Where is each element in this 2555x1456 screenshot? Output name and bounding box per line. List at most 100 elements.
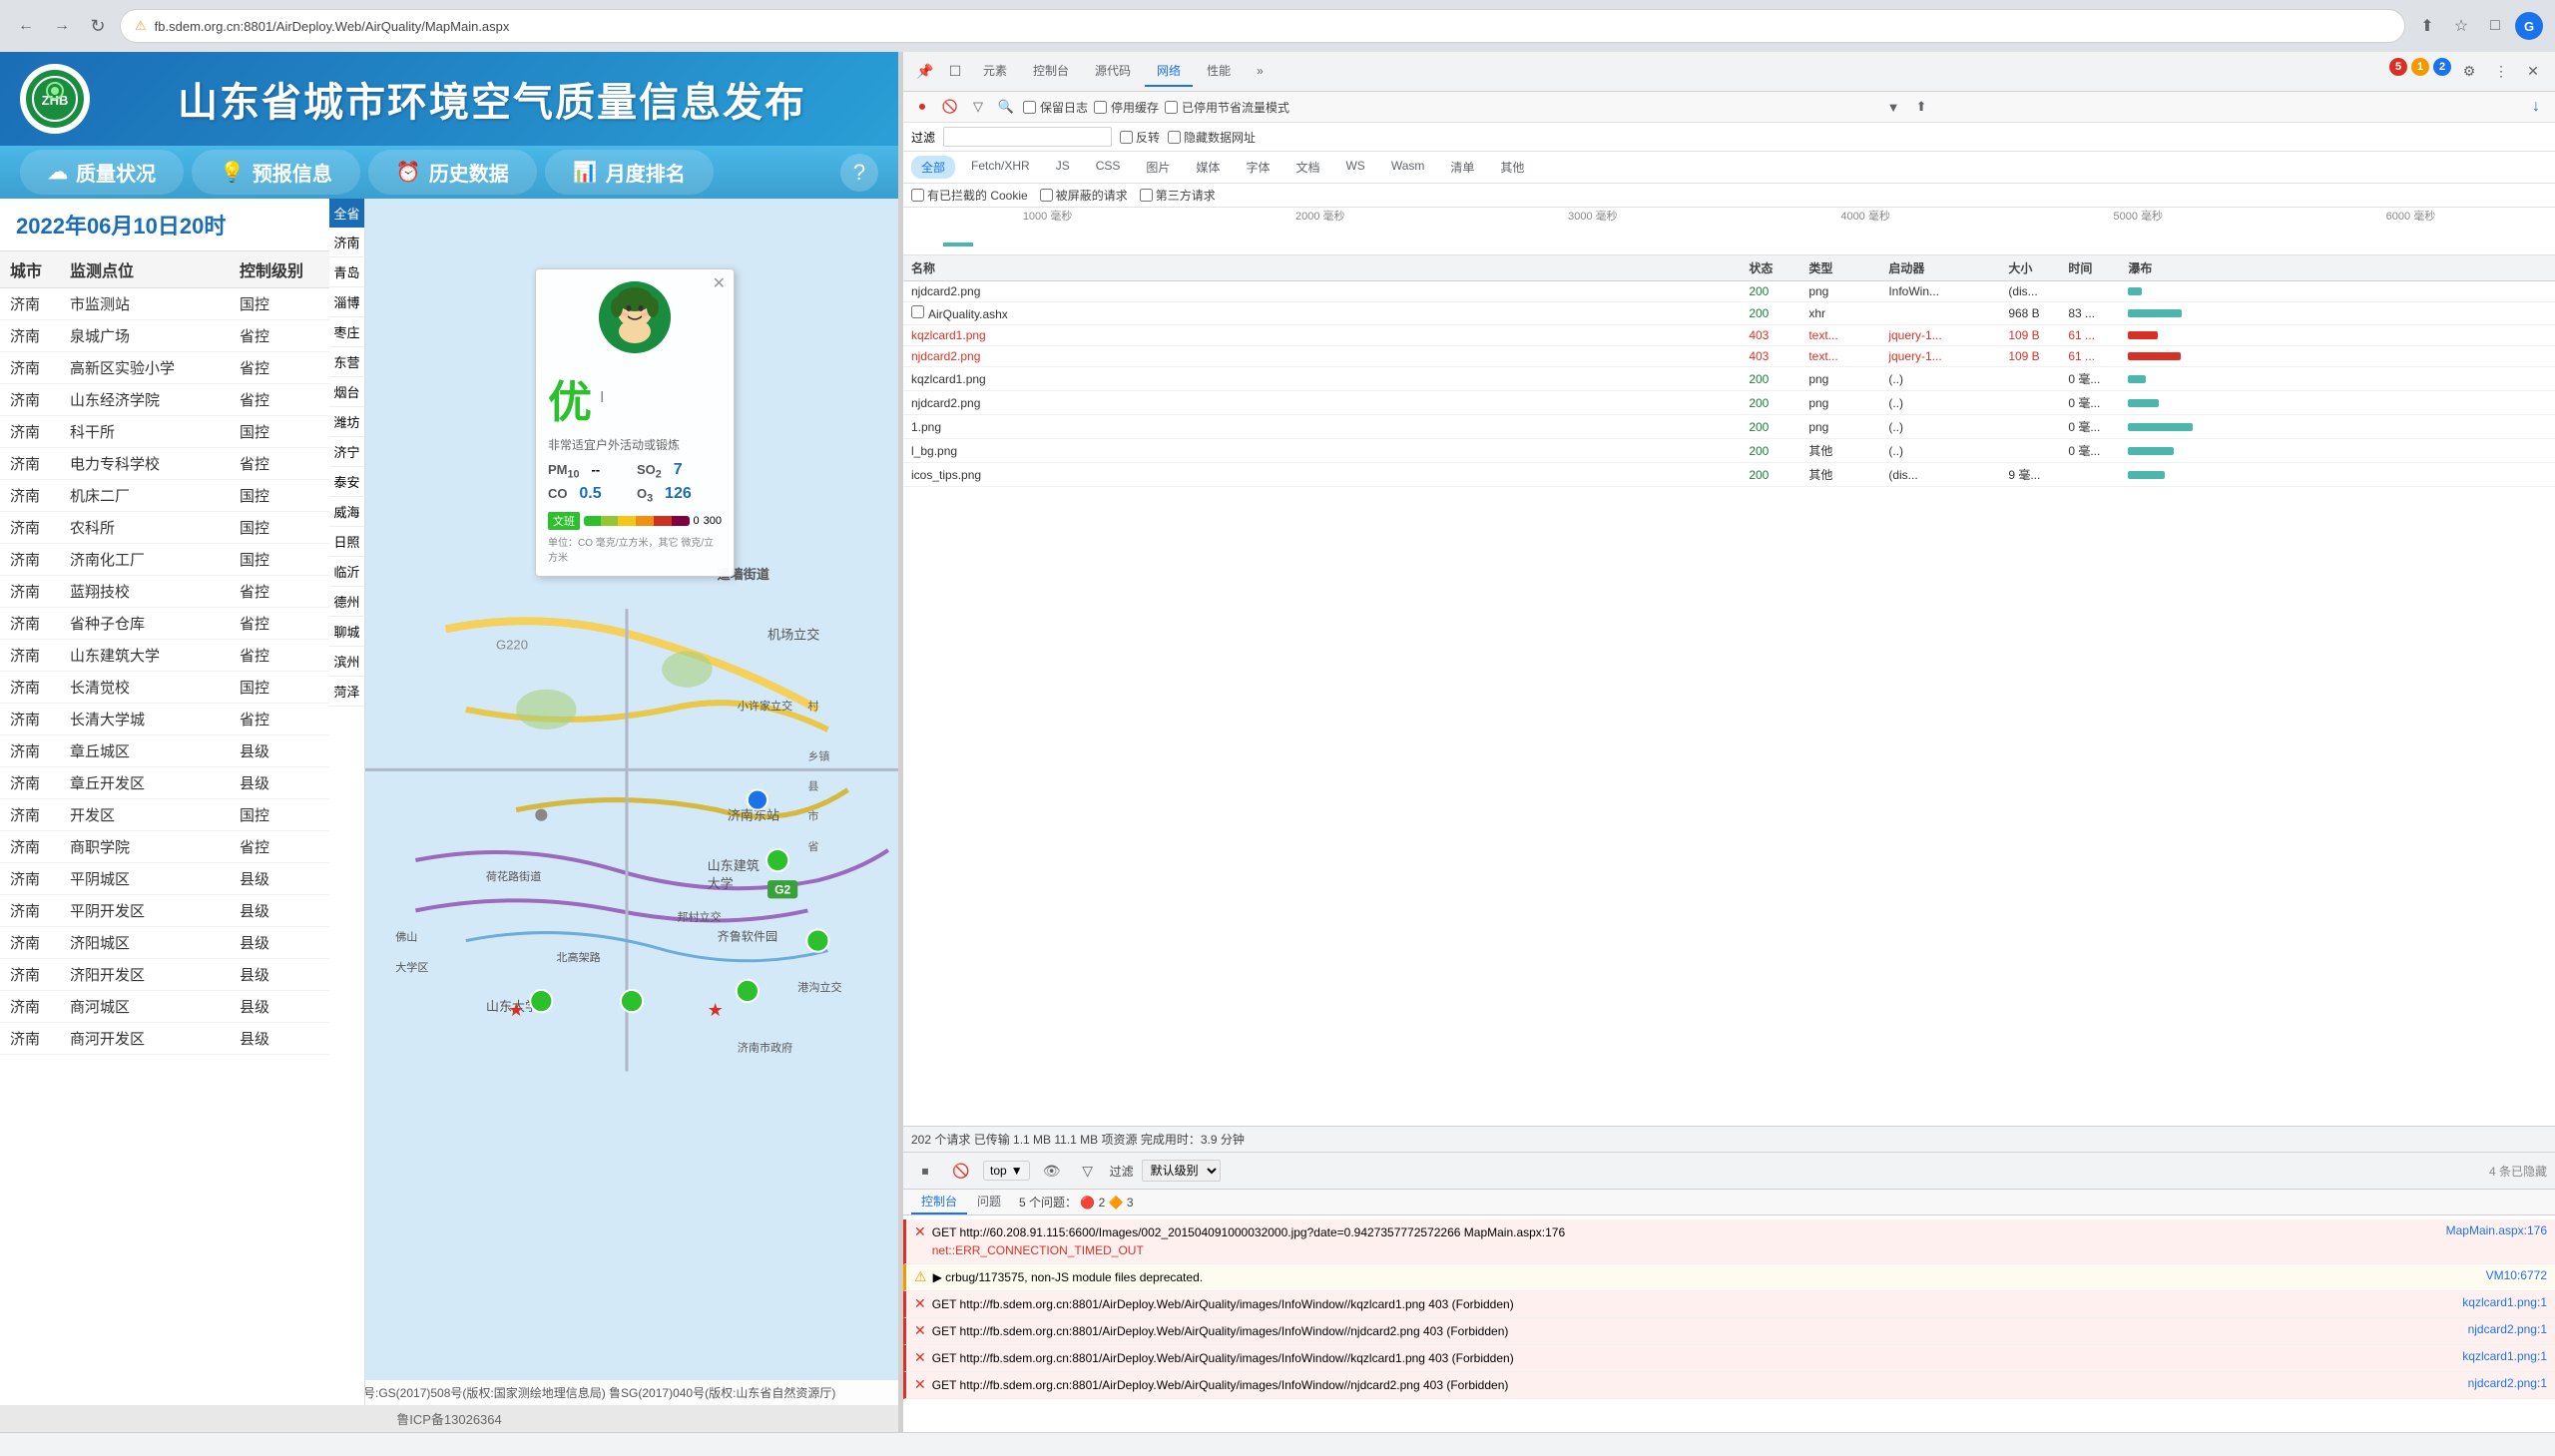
type-doc[interactable]: 文档 <box>1285 156 1329 179</box>
tab-sources[interactable]: 源代码 <box>1083 56 1143 87</box>
type-media[interactable]: 媒体 <box>1186 156 1230 179</box>
table-row[interactable]: 济南高新区实验小学省控 <box>0 352 329 384</box>
table-row[interactable]: 济南商职学院省控 <box>0 831 329 863</box>
preserve-log-checkbox[interactable]: 保留日志 <box>1023 99 1088 116</box>
console-stop-button[interactable]: ⏹ <box>911 1157 939 1185</box>
import-button[interactable]: ⬆ <box>1910 96 1932 118</box>
filter-liaocheng[interactable]: 聊城 <box>329 617 364 647</box>
offline-checkbox[interactable]: 已停用节省流量模式 <box>1165 99 1289 116</box>
table-row[interactable]: 济南科干所国控 <box>0 416 329 448</box>
filter-taian[interactable]: 泰安 <box>329 467 364 497</box>
share-button[interactable]: ⬆ <box>2413 12 2441 40</box>
address-bar[interactable]: ⚠ fb.sdem.org.cn:8801/AirDeploy.Web/AirQ… <box>120 9 2405 43</box>
filter-zibo[interactable]: 淄博 <box>329 287 364 317</box>
table-row[interactable]: 济南山东经济学院省控 <box>0 384 329 416</box>
bookmark-button[interactable]: ☆ <box>2447 12 2475 40</box>
filter-binzhou[interactable]: 滨州 <box>329 647 364 677</box>
map-container[interactable]: 遥墙街道 机场立交 村 乡镇 县 市 省 荷花路街道 济南东站 G220 佛山 … <box>365 199 898 1381</box>
network-row[interactable]: kqzlcard1.png200png(..)0 毫... <box>903 367 2555 391</box>
type-font[interactable]: 字体 <box>1236 156 1279 179</box>
network-row[interactable]: njdcard2.png200pngInfoWin...(dis... <box>903 281 2555 302</box>
map-area[interactable]: 全省 济南 青岛 淄博 枣庄 东营 烟台 潍坊 济宁 泰安 威海 日照 临沂 德… <box>329 199 898 1405</box>
tab-console[interactable]: 控制台 <box>1021 56 1081 87</box>
type-xhr[interactable]: Fetch/XHR <box>961 156 1040 179</box>
back-button[interactable]: ← <box>12 12 40 40</box>
filter-dongying[interactable]: 东营 <box>329 347 364 377</box>
console-tab-issues[interactable]: 问题 <box>967 1190 1011 1214</box>
tab-elements[interactable]: 元素 <box>971 56 1019 87</box>
table-row[interactable]: 济南商河开发区县级 <box>0 1023 329 1055</box>
console-filter-button[interactable]: ▽ <box>1074 1157 1102 1185</box>
export-button[interactable]: ↓ <box>2525 96 2547 118</box>
devtools-pin-button[interactable]: 📌 <box>911 58 939 86</box>
network-row[interactable]: icos_tips.png200其他(dis...9 毫... <box>903 463 2555 487</box>
tab-more[interactable]: » <box>1245 58 1276 86</box>
table-row[interactable]: 济南泉城广场省控 <box>0 320 329 352</box>
type-js[interactable]: JS <box>1046 156 1080 179</box>
filter-zaozhuang[interactable]: 枣庄 <box>329 317 364 347</box>
popup-close-button[interactable]: ✕ <box>713 273 726 293</box>
eye-button[interactable]: 👁 <box>1038 1157 1066 1185</box>
network-row[interactable]: AirQuality.ashx200xhr968 B83 ... <box>903 302 2555 325</box>
nav-history[interactable]: ⏰ 历史数据 <box>368 150 537 195</box>
type-wasm[interactable]: Wasm <box>1381 156 1435 179</box>
table-row[interactable]: 济南平阴开发区县级 <box>0 895 329 927</box>
network-row[interactable]: kqzlcard1.png403text...jquery-1...109 B6… <box>903 325 2555 346</box>
table-row[interactable]: 济南长清觉校国控 <box>0 672 329 704</box>
profile-avatar[interactable]: G <box>2515 12 2543 40</box>
nav-help-button[interactable]: ? <box>840 154 878 192</box>
filter-toggle-button[interactable]: ▽ <box>967 96 989 118</box>
search-button[interactable]: 🔍 <box>995 96 1017 118</box>
filter-jinan[interactable]: 济南 <box>329 228 364 257</box>
filter-weifang[interactable]: 潍坊 <box>329 407 364 437</box>
table-row[interactable]: 济南开发区国控 <box>0 799 329 831</box>
table-row[interactable]: 济南蓝翔技校省控 <box>0 576 329 608</box>
invert-checkbox[interactable]: 反转 <box>1120 129 1160 146</box>
table-row[interactable]: 济南章丘开发区县级 <box>0 767 329 799</box>
tab-performance[interactable]: 性能 <box>1195 56 1243 87</box>
table-row[interactable]: 济南平阴城区县级 <box>0 863 329 895</box>
table-row[interactable]: 济南长清大学城省控 <box>0 704 329 735</box>
disable-cache-checkbox[interactable]: 停用缓存 <box>1094 99 1159 116</box>
type-other[interactable]: 其他 <box>1490 156 1534 179</box>
network-row[interactable]: l_bg.png200其他(..)0 毫... <box>903 439 2555 463</box>
type-manifest[interactable]: 清单 <box>1440 156 1484 179</box>
settings-button[interactable]: ⚙ <box>2455 58 2483 86</box>
table-row[interactable]: 济南章丘城区县级 <box>0 735 329 767</box>
filter-rizhao[interactable]: 日照 <box>329 527 364 557</box>
view-button[interactable]: □ <box>2481 12 2509 40</box>
city-filter[interactable]: 全省 济南 青岛 淄博 枣庄 东营 烟台 潍坊 济宁 泰安 威海 日照 临沂 德… <box>329 199 365 1405</box>
reload-button[interactable]: ↻ <box>84 12 112 40</box>
network-row[interactable]: 1.png200png(..)0 毫... <box>903 415 2555 439</box>
type-all[interactable]: 全部 <box>911 156 955 179</box>
third-party-checkbox[interactable]: 第三方请求 <box>1140 187 1216 204</box>
more-button[interactable]: ⋮ <box>2487 58 2515 86</box>
table-row[interactable]: 济南机床二厂国控 <box>0 480 329 512</box>
filter-dezhou[interactable]: 德州 <box>329 587 364 617</box>
hide-data-checkbox[interactable]: 隐藏数据网址 <box>1168 129 1256 146</box>
level-select[interactable]: 默认级别 <box>1142 1160 1221 1182</box>
table-row[interactable]: 济南济阳开发区县级 <box>0 959 329 991</box>
nav-ranking[interactable]: 📊 月度排名 <box>545 150 714 195</box>
more-filters-button[interactable]: ▼ <box>1882 96 1904 118</box>
record-button[interactable]: ⏺ <box>911 96 933 118</box>
clear-button[interactable]: 🚫 <box>939 96 961 118</box>
close-devtools-button[interactable]: ✕ <box>2519 58 2547 86</box>
type-img[interactable]: 图片 <box>1136 156 1180 179</box>
table-row[interactable]: 济南省种子仓库省控 <box>0 608 329 640</box>
table-row[interactable]: 济南山东建筑大学省控 <box>0 640 329 672</box>
blocked-requests-checkbox[interactable]: 被屏蔽的请求 <box>1040 187 1128 204</box>
table-row[interactable]: 济南济阳城区县级 <box>0 927 329 959</box>
filter-heze[interactable]: 菏泽 <box>329 677 364 707</box>
blocked-cookie-checkbox[interactable]: 有已拦截的 Cookie <box>911 187 1028 204</box>
table-row[interactable]: 济南商河城区县级 <box>0 991 329 1023</box>
filter-jining[interactable]: 济宁 <box>329 437 364 467</box>
console-clear-button[interactable]: 🚫 <box>947 1157 975 1185</box>
tab-network[interactable]: 网络 <box>1145 56 1193 87</box>
type-css[interactable]: CSS <box>1086 156 1131 179</box>
network-row[interactable]: njdcard2.png200png(..)0 毫... <box>903 391 2555 415</box>
devtools-window-button[interactable]: ☐ <box>941 58 969 86</box>
type-ws[interactable]: WS <box>1335 156 1374 179</box>
table-row[interactable]: 济南农科所国控 <box>0 512 329 544</box>
filter-input[interactable] <box>943 127 1112 147</box>
